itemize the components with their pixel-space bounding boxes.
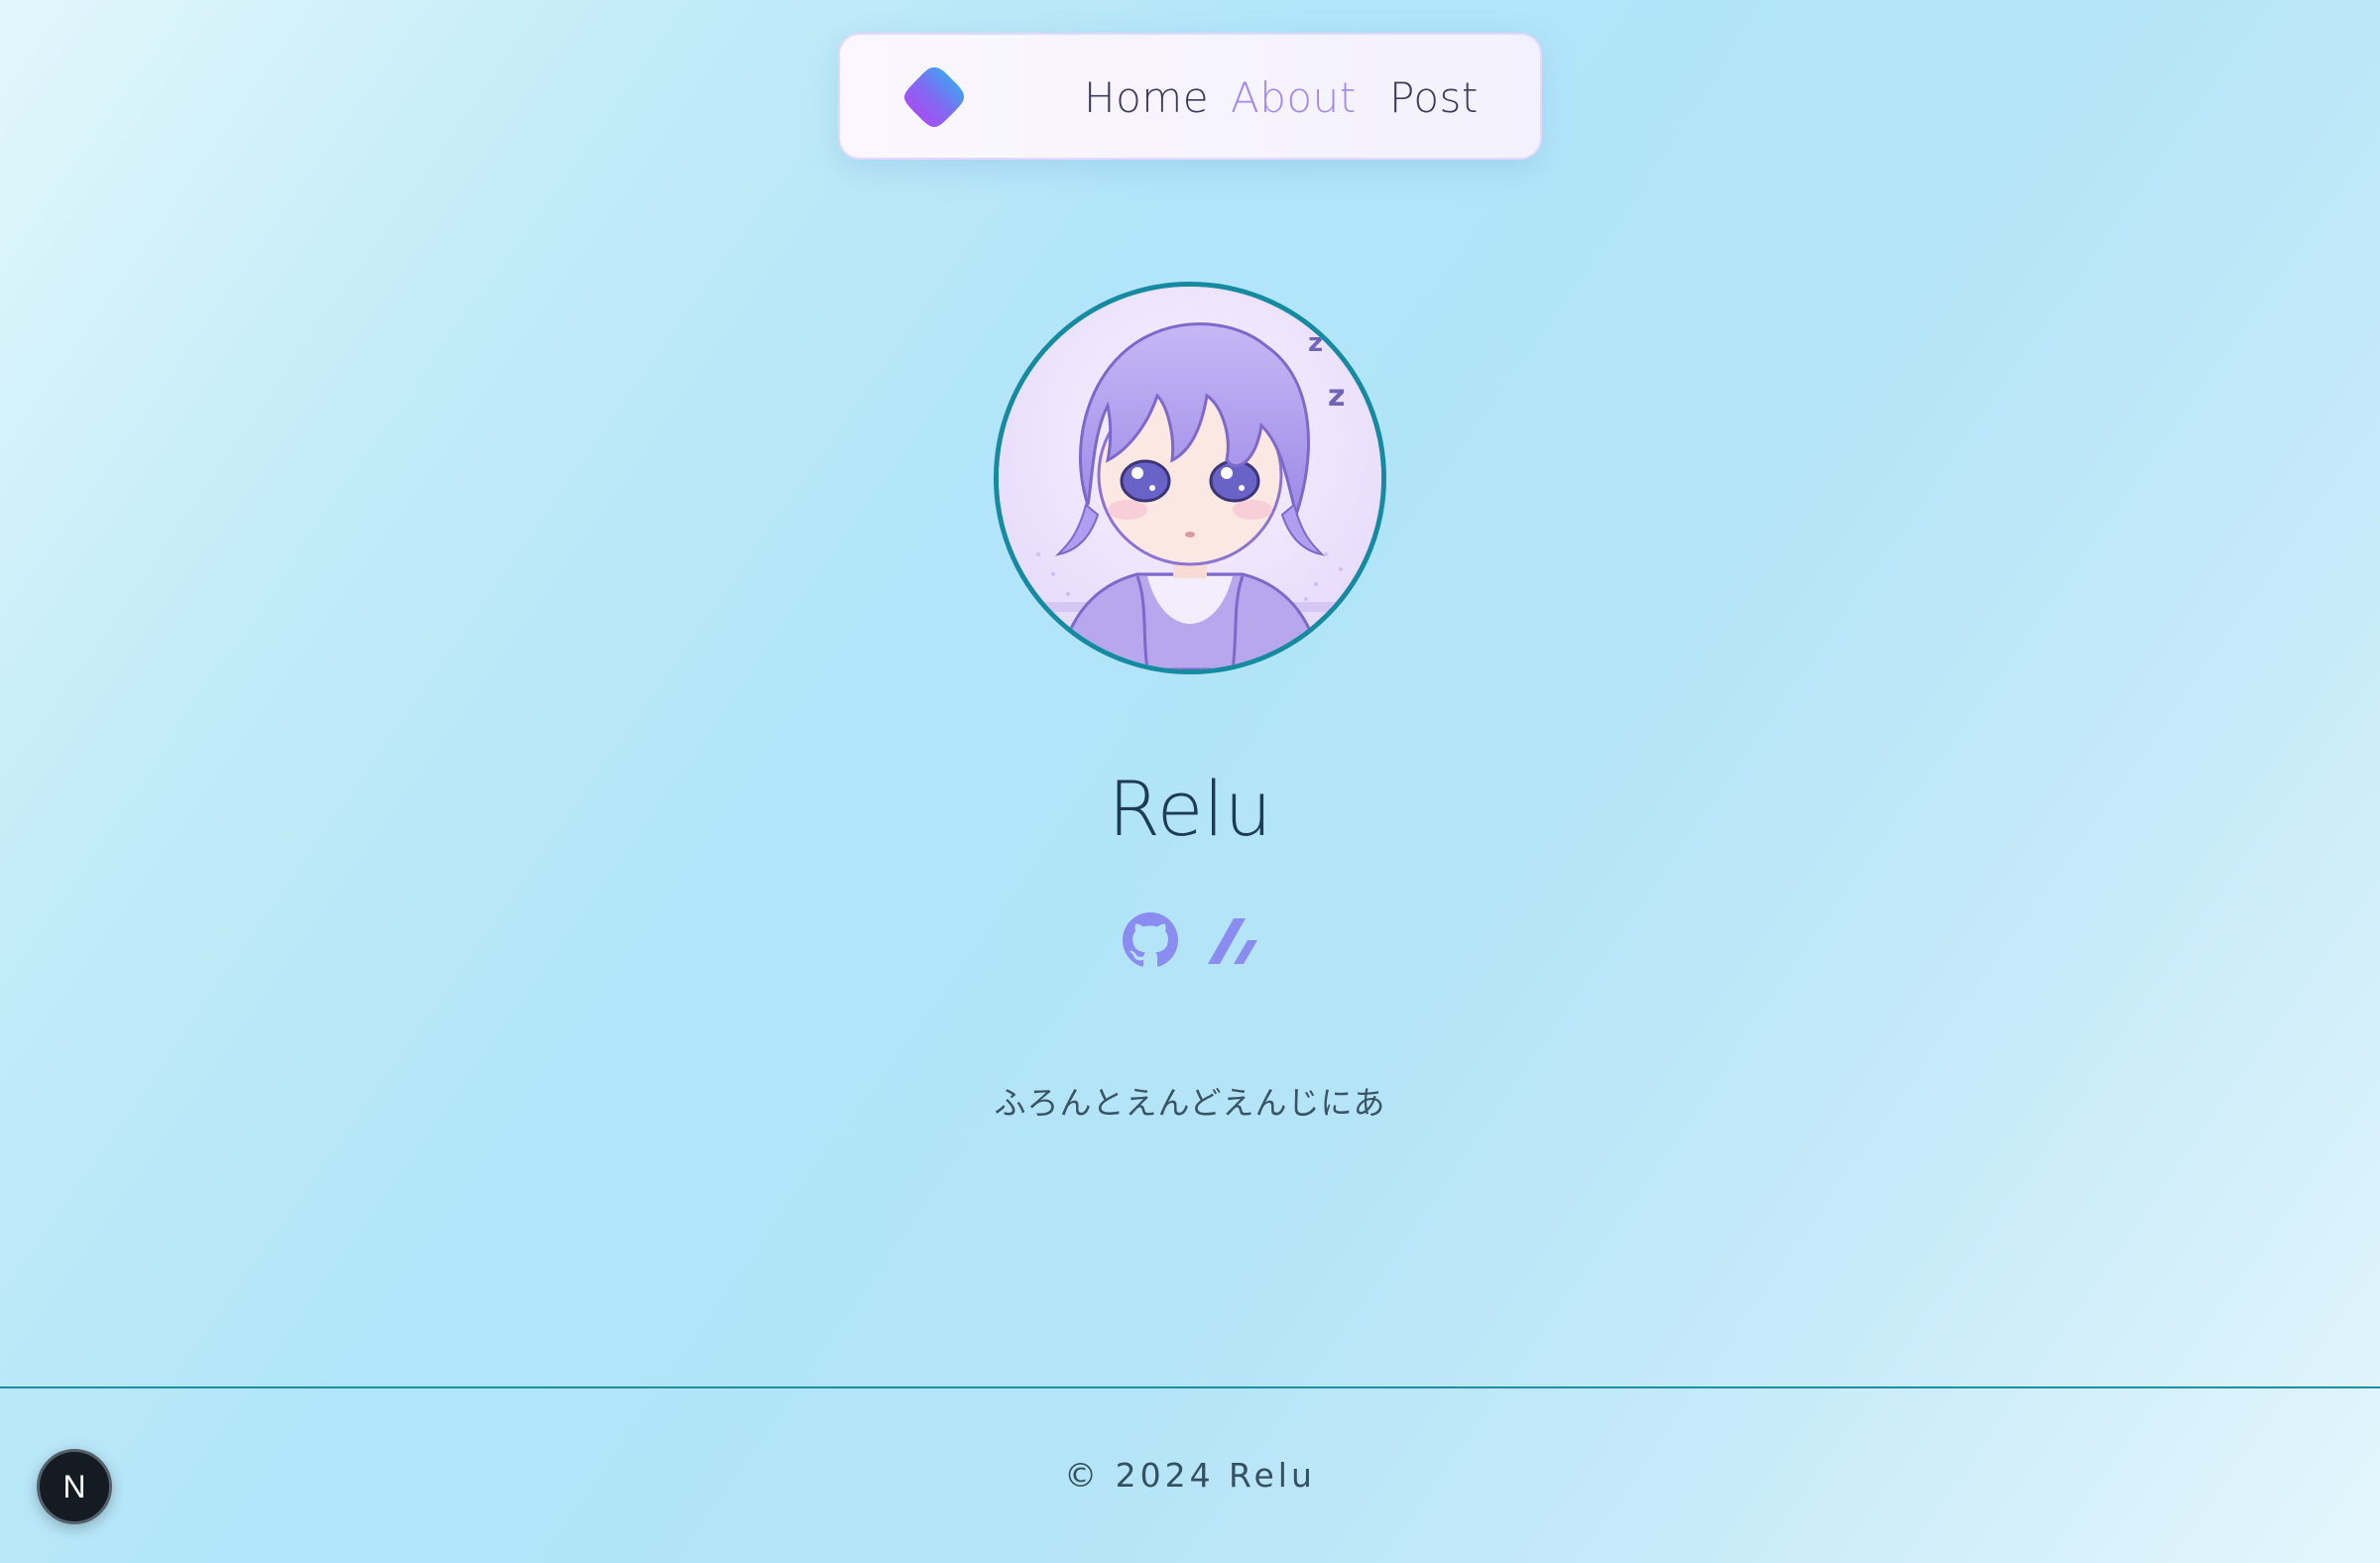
nav-link-home[interactable]: Home <box>1084 68 1209 128</box>
navbar: Home About Post <box>838 33 1542 160</box>
svg-text:z: z <box>1308 328 1323 358</box>
nav-link-post[interactable]: Post <box>1389 68 1479 128</box>
avatar: z z <box>994 282 1386 674</box>
nextjs-badge-icon[interactable]: N <box>37 1449 112 1524</box>
footer-copyright: © 2024 Relu <box>1064 1456 1316 1495</box>
site-logo-icon[interactable] <box>901 64 967 130</box>
social-links <box>1123 912 1261 968</box>
profile-name: Relu <box>1108 765 1272 853</box>
footer-divider <box>0 1386 2380 1388</box>
svg-text:z: z <box>1328 379 1345 414</box>
github-icon[interactable] <box>1123 912 1178 968</box>
profile-bio: ふろんとえんどえんじにあ <box>994 1084 1386 1122</box>
chibi-avatar-illustration: z z <box>999 287 1381 669</box>
nav-link-about[interactable]: About <box>1231 68 1357 128</box>
zenn-icon[interactable] <box>1204 912 1259 968</box>
nextjs-badge-label: N <box>62 1469 86 1504</box>
